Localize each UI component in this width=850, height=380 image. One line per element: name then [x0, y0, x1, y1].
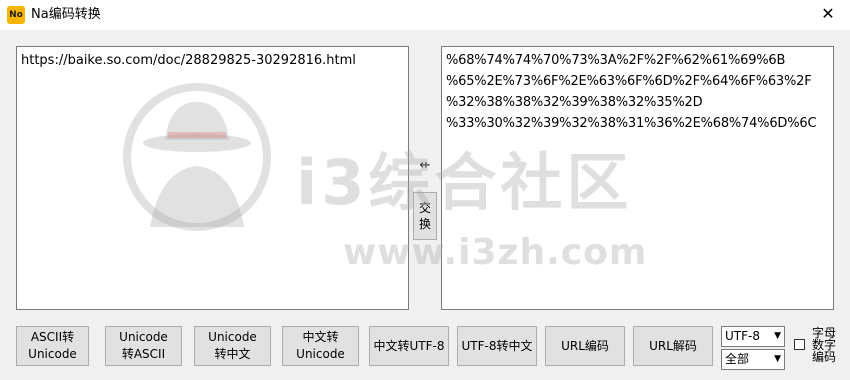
- swap-label-2: 换: [418, 217, 431, 231]
- unicode-to-chinese-button[interactable]: Unicode 转中文: [194, 326, 271, 366]
- button-label: URL解码: [649, 338, 697, 353]
- swap-button[interactable]: 交 换: [413, 192, 437, 240]
- client-area: https://baike.so.com/doc/28829825-302928…: [0, 30, 850, 380]
- alnum-encode-label: 字母 数字 编码: [808, 327, 840, 363]
- button-label: 中文转UTF-8: [373, 338, 445, 353]
- swap-label-1: 交: [418, 201, 431, 215]
- button-label: Unicode: [208, 330, 257, 344]
- button-label: UTF-8转中文: [461, 338, 533, 353]
- result-text-area[interactable]: %68%74%74%70%73%3A%2F%2F%62%61%69%6B %65…: [441, 46, 834, 310]
- chinese-to-utf8-button[interactable]: 中文转UTF-8: [369, 326, 449, 366]
- app-icon: No: [7, 6, 25, 24]
- button-label: Unicode: [28, 347, 77, 361]
- result-line: %65%2E%73%6F%2E%63%6F%6D%2F%64%6F%63%2F: [446, 74, 812, 89]
- swap-arrow-icon: ⇷: [419, 158, 431, 173]
- scope-select-value: 全部: [725, 352, 750, 366]
- button-label: ASCII转: [30, 330, 75, 344]
- ascii-to-unicode-button[interactable]: ASCII转 Unicode: [16, 326, 89, 366]
- result-line: %32%38%38%32%39%38%32%35%2D: [446, 95, 703, 110]
- url-encode-button[interactable]: URL编码: [545, 326, 625, 366]
- source-text-area[interactable]: https://baike.so.com/doc/28829825-302928…: [16, 46, 409, 310]
- utf8-to-chinese-button[interactable]: UTF-8转中文: [457, 326, 537, 366]
- chevron-down-icon: ▼: [774, 354, 781, 364]
- result-line: %68%74%74%70%73%3A%2F%2F%62%61%69%6B: [446, 53, 786, 68]
- button-label: 转中文: [214, 347, 251, 361]
- button-label: URL编码: [561, 338, 609, 353]
- button-label: 中文转: [302, 330, 339, 344]
- scope-select[interactable]: 全部 ▼: [721, 349, 785, 370]
- chevron-down-icon: ▼: [774, 331, 781, 341]
- encoding-select-value: UTF-8: [725, 329, 760, 343]
- encoding-select[interactable]: UTF-8 ▼: [721, 326, 785, 347]
- alnum-encode-checkbox[interactable]: [794, 339, 805, 350]
- result-line: %33%30%32%39%32%38%31%36%2E%68%74%6D%6C: [446, 116, 817, 131]
- alnum-encode-option[interactable]: 字母 数字 编码: [794, 327, 844, 367]
- url-decode-button[interactable]: URL解码: [633, 326, 713, 366]
- window-title: Na编码转换: [31, 7, 101, 22]
- button-label: 转ASCII: [121, 347, 166, 361]
- title-bar: No Na编码转换 ✕: [0, 0, 850, 30]
- close-button[interactable]: ✕: [806, 0, 850, 30]
- button-label: Unicode: [296, 347, 345, 361]
- unicode-to-ascii-button[interactable]: Unicode 转ASCII: [105, 326, 182, 366]
- source-text: https://baike.so.com/doc/28829825-302928…: [21, 53, 356, 68]
- label-line: 编码: [811, 350, 836, 364]
- button-label: Unicode: [119, 330, 168, 344]
- chinese-to-unicode-button[interactable]: 中文转 Unicode: [282, 326, 359, 366]
